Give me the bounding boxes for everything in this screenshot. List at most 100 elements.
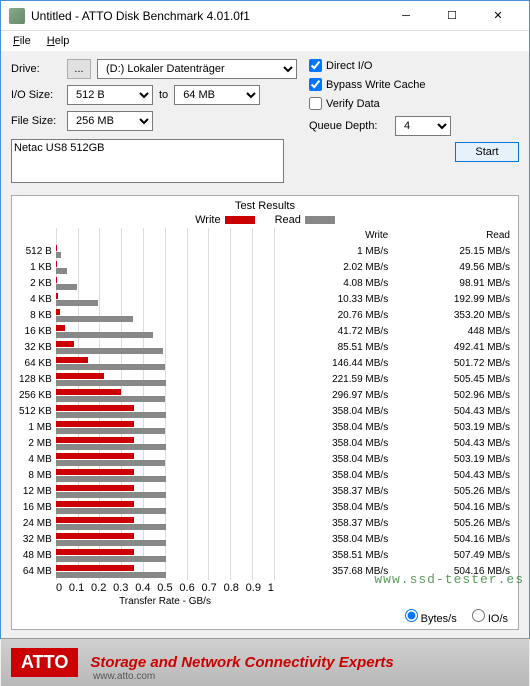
write-value: 20.76 MB/s xyxy=(272,308,388,324)
window-title: Untitled - ATTO Disk Benchmark 4.01.0f1 xyxy=(31,9,383,23)
queue-depth-select[interactable]: 4 xyxy=(395,116,451,136)
read-value: 504.43 MB/s xyxy=(394,436,510,452)
bar-row xyxy=(56,516,273,532)
bar-row xyxy=(56,356,273,372)
y-tick: 4 KB xyxy=(14,292,52,308)
x-tick: 1 xyxy=(268,582,274,594)
x-tick: 0.7 xyxy=(201,582,216,594)
write-bar xyxy=(56,421,134,427)
write-bar xyxy=(56,549,134,555)
write-value: 1 MB/s xyxy=(272,244,388,260)
write-value: 358.04 MB/s xyxy=(272,420,388,436)
write-value: 2.02 MB/s xyxy=(272,260,388,276)
device-textarea[interactable]: Netac US8 512GB xyxy=(11,139,284,183)
read-bar xyxy=(56,572,166,578)
bypass-cache-checkbox[interactable] xyxy=(309,78,322,91)
ios-radio[interactable] xyxy=(472,609,485,622)
io-size-label: I/O Size: xyxy=(11,89,61,101)
write-value: 146.44 MB/s xyxy=(272,356,388,372)
write-bar xyxy=(56,501,134,507)
read-value: 25.15 MB/s xyxy=(394,244,510,260)
read-bar xyxy=(56,524,166,530)
y-tick: 256 KB xyxy=(14,388,52,404)
write-value: 358.04 MB/s xyxy=(272,532,388,548)
write-value: 358.37 MB/s xyxy=(272,484,388,500)
read-bar xyxy=(56,412,166,418)
chart-x-label: Transfer Rate - GB/s xyxy=(56,594,274,607)
x-tick: 0.4 xyxy=(135,582,150,594)
close-button[interactable]: ✕ xyxy=(475,1,521,31)
read-bar xyxy=(56,364,165,370)
read-bar xyxy=(56,492,166,498)
io-size-from-select[interactable]: 512 B xyxy=(67,85,153,105)
bar-row xyxy=(56,308,273,324)
app-icon xyxy=(9,8,25,24)
maximize-button[interactable]: ☐ xyxy=(429,1,475,31)
bytes-radio[interactable] xyxy=(405,609,418,622)
y-tick: 8 KB xyxy=(14,308,52,324)
read-value: 504.43 MB/s xyxy=(394,468,510,484)
x-tick: 0.9 xyxy=(246,582,261,594)
bar-row xyxy=(56,452,273,468)
bar-row xyxy=(56,404,273,420)
legend-read-label: Read xyxy=(275,214,301,226)
read-bar xyxy=(56,380,166,386)
drive-label: Drive: xyxy=(11,63,61,75)
atto-logo: ATTO xyxy=(11,648,78,677)
read-column: Read25.15 MB/s49.56 MB/s98.91 MB/s192.99… xyxy=(394,228,516,580)
read-value: 98.91 MB/s xyxy=(394,276,510,292)
read-value: 503.19 MB/s xyxy=(394,452,510,468)
bar-row xyxy=(56,276,273,292)
x-tick: 0.2 xyxy=(91,582,106,594)
x-tick: 0.5 xyxy=(157,582,172,594)
legend-read-swatch xyxy=(305,216,335,224)
y-tick: 2 MB xyxy=(14,436,52,452)
read-bar xyxy=(56,444,166,450)
chart-y-labels: 512 B1 KB2 KB4 KB8 KB16 KB32 KB64 KB128 … xyxy=(14,228,56,580)
write-value: 4.08 MB/s xyxy=(272,276,388,292)
bar-row xyxy=(56,260,273,276)
y-tick: 1 MB xyxy=(14,420,52,436)
direct-io-checkbox[interactable] xyxy=(309,59,322,72)
legend-write-swatch xyxy=(225,216,255,224)
menu-file[interactable]: File xyxy=(7,33,37,49)
read-value: 502.96 MB/s xyxy=(394,388,510,404)
y-tick: 24 MB xyxy=(14,516,52,532)
read-bar xyxy=(56,316,133,322)
file-size-select[interactable]: 256 MB xyxy=(67,111,153,131)
read-value: 192.99 MB/s xyxy=(394,292,510,308)
write-bar xyxy=(56,341,75,347)
bytes-radio-label[interactable]: Bytes/s xyxy=(405,613,457,625)
verify-data-checkbox[interactable] xyxy=(309,97,322,110)
write-bar xyxy=(56,533,134,539)
drive-browse-button[interactable]: ... xyxy=(67,59,91,79)
minimize-button[interactable]: ─ xyxy=(383,1,429,31)
read-bar xyxy=(56,332,154,338)
write-bar xyxy=(56,373,104,379)
y-tick: 64 MB xyxy=(14,564,52,580)
y-tick: 8 MB xyxy=(14,468,52,484)
drive-select[interactable]: (D:) Lokaler Datenträger xyxy=(97,59,297,79)
write-value: 358.04 MB/s xyxy=(272,468,388,484)
x-tick: 0.3 xyxy=(113,582,128,594)
write-value: 358.04 MB/s xyxy=(272,436,388,452)
write-value: 85.51 MB/s xyxy=(272,340,388,356)
read-bar xyxy=(56,540,166,546)
write-value: 296.97 MB/s xyxy=(272,388,388,404)
write-value: 10.33 MB/s xyxy=(272,292,388,308)
watermark: www.ssd-tester.es xyxy=(374,572,524,587)
start-button[interactable]: Start xyxy=(455,142,519,162)
bar-row xyxy=(56,436,273,452)
y-tick: 2 KB xyxy=(14,276,52,292)
y-tick: 4 MB xyxy=(14,452,52,468)
y-tick: 48 MB xyxy=(14,548,52,564)
write-bar xyxy=(56,517,134,523)
read-value: 503.19 MB/s xyxy=(394,420,510,436)
io-size-to-select[interactable]: 64 MB xyxy=(174,85,260,105)
write-bar xyxy=(56,437,134,443)
menu-help[interactable]: Help xyxy=(41,33,76,49)
bar-row xyxy=(56,468,273,484)
bar-row xyxy=(56,564,273,580)
ios-radio-label[interactable]: IO/s xyxy=(472,613,508,625)
bypass-cache-label: Bypass Write Cache xyxy=(326,79,425,91)
